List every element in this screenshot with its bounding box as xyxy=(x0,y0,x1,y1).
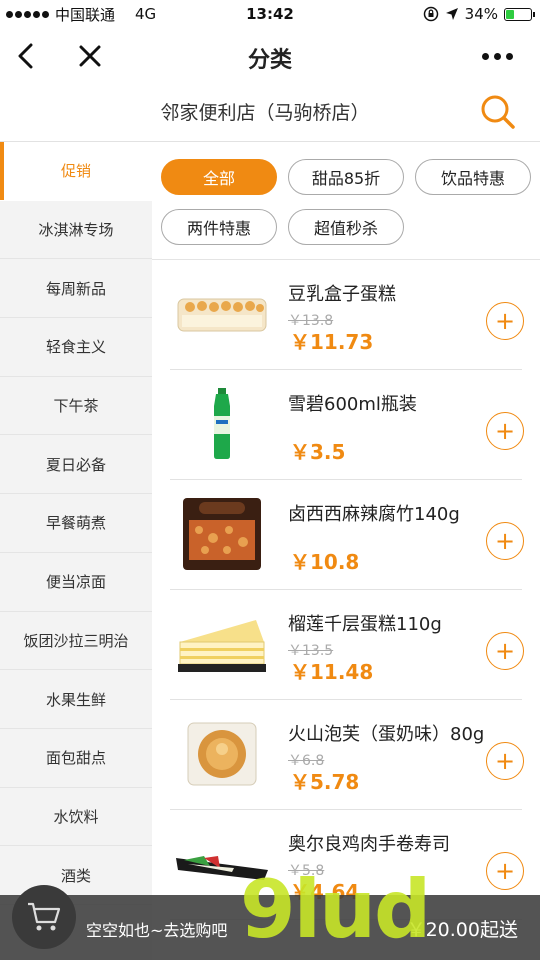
add-to-cart-button[interactable]: + xyxy=(486,302,524,340)
close-button[interactable] xyxy=(70,36,110,76)
filter-chip-flash-sale[interactable]: 超值秒杀 xyxy=(288,209,404,245)
product-price: ￥5.78 xyxy=(290,770,360,794)
product-name: 雪碧600ml瓶装 xyxy=(288,394,417,415)
product-price: ￥11.48 xyxy=(290,660,374,684)
product-price: ￥11.73 xyxy=(290,330,374,354)
sidebar-item-afternoon-tea[interactable]: 下午茶 xyxy=(0,377,152,436)
product-name: 奥尔良鸡肉手卷寿司 xyxy=(288,834,450,855)
product-item[interactable]: 火山泡芙（蛋奶味）80g ￥6.8 ￥5.78 + xyxy=(170,700,524,810)
battery-icon xyxy=(504,7,535,21)
location-icon xyxy=(445,8,458,20)
filter-chip-all[interactable]: 全部 xyxy=(161,159,277,195)
add-to-cart-button[interactable]: + xyxy=(486,522,524,560)
back-button[interactable] xyxy=(6,36,46,76)
product-image xyxy=(170,604,274,684)
sidebar-item-drinks[interactable]: 水饮料 xyxy=(0,788,152,847)
more-icon xyxy=(481,52,513,60)
status-bar: 中国联通 4G 13:42 34% xyxy=(0,0,540,28)
sidebar-item-ice-cream[interactable]: 冰淇淋专场 xyxy=(0,201,152,260)
product-item[interactable]: 卤西西麻辣腐竹140g ￥10.8 + xyxy=(170,480,524,590)
plus-icon: + xyxy=(494,307,516,335)
plus-icon: + xyxy=(494,637,516,665)
product-item[interactable]: 榴莲千层蛋糕110g ￥13.5 ￥11.48 + xyxy=(170,590,524,700)
plus-icon: + xyxy=(494,747,516,775)
sidebar-item-light-meal[interactable]: 轻食主义 xyxy=(0,318,152,377)
product-content: 全部 甜品85折 饮品特惠 两件特惠 超值秒杀 豆乳盒子蛋糕 ￥13.8 ￥11… xyxy=(152,142,540,960)
plus-icon: + xyxy=(494,527,516,555)
sidebar-item-promotion[interactable]: 促销 xyxy=(0,142,152,201)
sidebar-item-bento[interactable]: 便当凉面 xyxy=(0,553,152,612)
sidebar-item-summer[interactable]: 夏日必备 xyxy=(0,435,152,495)
filter-chips: 全部 甜品85折 饮品特惠 两件特惠 超值秒杀 xyxy=(152,142,540,260)
add-to-cart-button[interactable]: + xyxy=(486,632,524,670)
filter-chip-dessert-discount[interactable]: 甜品85折 xyxy=(288,159,404,195)
product-image xyxy=(170,824,274,904)
add-to-cart-button[interactable]: + xyxy=(486,742,524,780)
nav-bar: 分类 xyxy=(0,28,540,84)
search-button[interactable] xyxy=(478,92,518,132)
product-image xyxy=(170,494,274,574)
product-image xyxy=(170,384,274,464)
product-name: 火山泡芙（蛋奶味）80g xyxy=(288,724,485,745)
product-image xyxy=(170,274,274,354)
search-icon xyxy=(481,95,515,129)
plus-icon: + xyxy=(494,417,516,445)
cart-bar[interactable]: 空空如也~去选购吧 ￥20.00起送 xyxy=(0,885,540,960)
filter-chip-two-item-deal[interactable]: 两件特惠 xyxy=(161,209,277,245)
sidebar-item-riceball[interactable]: 饭团沙拉三明治 xyxy=(0,612,152,671)
sidebar-item-bread[interactable]: 面包甜点 xyxy=(0,729,152,788)
product-list: 豆乳盒子蛋糕 ￥13.8 ￥11.73 + 雪碧600ml瓶装 ￥3.5 + 卤… xyxy=(152,260,540,920)
rotation-lock-icon xyxy=(423,6,438,22)
store-header: 邻家便利店（马驹桥店） xyxy=(0,84,540,142)
product-item[interactable]: 豆乳盒子蛋糕 ￥13.8 ￥11.73 + xyxy=(170,260,524,370)
battery-level-fill xyxy=(506,9,515,19)
more-button[interactable] xyxy=(472,36,522,76)
product-price: ￥3.5 xyxy=(290,440,346,464)
filter-chip-drink-deal[interactable]: 饮品特惠 xyxy=(415,159,531,195)
shopping-cart-icon xyxy=(28,902,61,931)
store-name: 邻家便利店（马驹桥店） xyxy=(160,102,370,124)
sidebar-item-weekly-new[interactable]: 每周新品 xyxy=(0,259,152,319)
cart-empty-text: 空空如也~去选购吧 xyxy=(86,921,228,940)
product-name: 卤西西麻辣腐竹140g xyxy=(288,504,460,525)
cart-button[interactable] xyxy=(12,885,76,949)
min-order-label: ￥20.00起送 xyxy=(406,919,518,941)
category-sidebar: 促销 冰淇淋专场 每周新品 轻食主义 下午茶 夏日必备 早餐萌煮 便当凉面 饭团… xyxy=(0,142,152,960)
chevron-left-icon xyxy=(18,43,33,69)
product-name: 豆乳盒子蛋糕 xyxy=(288,284,396,305)
product-name: 榴莲千层蛋糕110g xyxy=(288,614,442,635)
status-right: 34% xyxy=(423,5,535,23)
plus-icon: + xyxy=(494,857,516,885)
product-price: ￥10.8 xyxy=(290,550,360,574)
add-to-cart-button[interactable]: + xyxy=(486,852,524,890)
close-icon xyxy=(79,45,101,67)
product-image xyxy=(170,714,274,794)
sidebar-item-fruit[interactable]: 水果生鲜 xyxy=(0,670,152,729)
add-to-cart-button[interactable]: + xyxy=(486,412,524,450)
product-item[interactable]: 雪碧600ml瓶装 ￥3.5 + xyxy=(170,370,524,480)
sidebar-item-breakfast[interactable]: 早餐萌煮 xyxy=(0,494,152,553)
battery-percent: 34% xyxy=(464,5,498,23)
